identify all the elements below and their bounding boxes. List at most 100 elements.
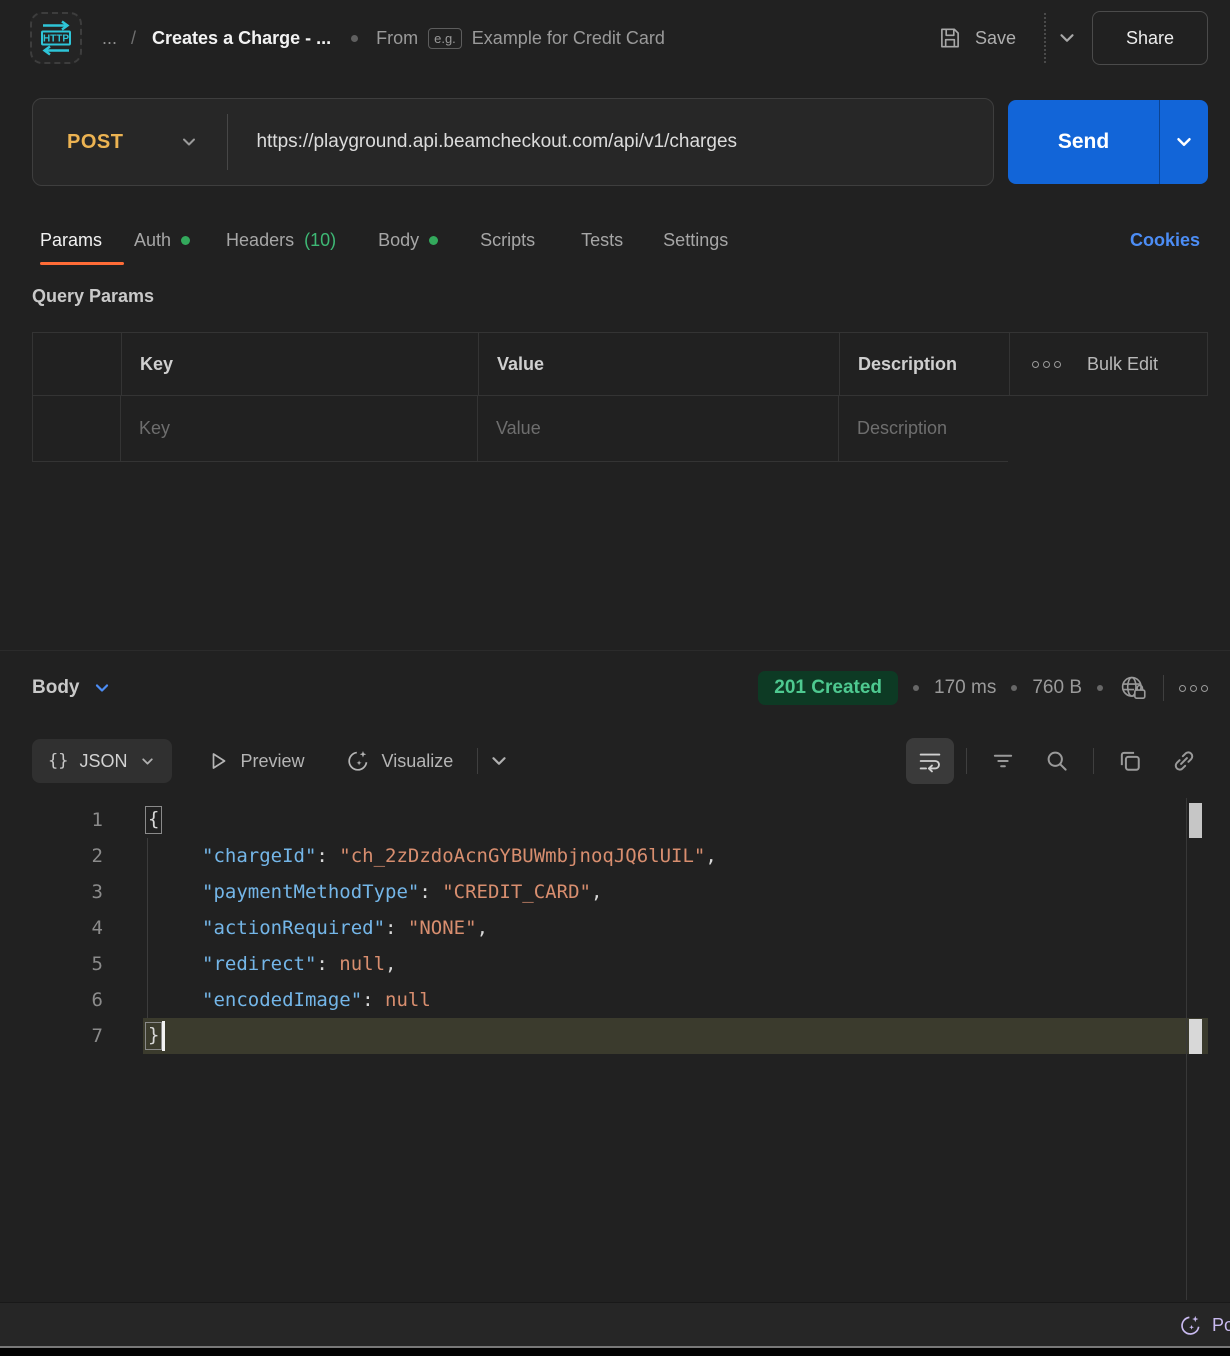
tab-scripts[interactable]: Scripts [480,230,535,251]
breadcrumb-ellipsis[interactable]: ... [102,28,117,49]
active-tab-underline [40,262,124,265]
line-number: 2 [0,845,103,867]
tab-body[interactable]: Body [378,230,438,251]
url-input[interactable]: https://playground.api.beamcheckout.com/… [256,131,737,153]
tab-params-label: Params [40,230,102,251]
more-options-icon[interactable] [1032,361,1061,368]
network-security-icon[interactable] [1118,673,1148,703]
response-format-selector[interactable]: {} JSON [32,739,172,783]
save-icon [937,25,963,51]
response-meta: 201 Created 170 ms 760 B [758,671,1208,705]
ruler-cursor-mark[interactable] [1189,1019,1202,1054]
send-button[interactable]: Send [1008,100,1159,184]
save-options-button[interactable] [1056,27,1078,49]
json-value: null [385,989,431,1011]
value-input[interactable]: Value [477,396,838,462]
line-number: 5 [0,953,103,975]
response-body-selector[interactable]: Body [32,677,112,699]
send-options-button[interactable] [1160,100,1208,184]
response-section-divider [0,650,1230,651]
key-input[interactable]: Key [120,396,477,462]
cookies-link[interactable]: Cookies [1130,230,1200,251]
response-size: 760 B [1032,677,1082,699]
key-column-header: Key [121,333,478,395]
query-params-table: Key Value Description Bulk Edit Key Valu… [32,332,1208,462]
json-braces-icon: {} [48,751,68,771]
code-line: 4 "actionRequired": "NONE", [0,910,1230,946]
method-dropdown-button[interactable] [179,132,199,152]
request-tabs: Params Auth Headers (10) Body Scripts Te… [40,214,1200,266]
format-options-button[interactable] [488,750,510,772]
search-icon [1043,747,1071,775]
window-bottom-strip [0,1348,1230,1356]
method-url-divider [227,114,228,170]
response-body-editor[interactable]: 1 { 2 "chargeId": "ch_2zDzdoAcnGYBUWmbjn… [0,798,1230,1300]
tab-settings[interactable]: Settings [663,230,728,251]
response-toolbar: {} JSON Preview Visualize [32,738,1208,784]
example-badge: e.g. [428,28,462,49]
description-input[interactable]: Description [838,396,1008,462]
toolbar-divider [966,748,967,774]
wrap-text-icon [916,747,944,775]
response-time: 170 ms [934,677,996,699]
code-line: 6 "encodedImage": null [0,982,1230,1018]
ruler-bracket-mark[interactable] [1189,803,1202,838]
http-icon: HTTP [34,16,78,60]
filter-button[interactable] [979,738,1027,784]
postbot-button[interactable]: Po [1178,1303,1230,1346]
tab-params[interactable]: Params [40,230,102,251]
tab-headers-label: Headers [226,230,294,251]
tab-headers[interactable]: Headers (10) [226,230,336,251]
meta-separator-dot [1097,685,1103,691]
share-label: Share [1126,28,1174,49]
link-icon [1170,747,1198,775]
link-button[interactable] [1160,738,1208,784]
auth-status-dot [181,236,190,245]
body-status-dot [429,236,438,245]
visualize-label: Visualize [382,751,454,772]
visualize-button[interactable]: Visualize [345,748,454,774]
status-bar: Po [0,1302,1230,1346]
row-select-cell[interactable] [32,396,120,462]
from-label: From [376,28,418,49]
breadcrumb-separator: / [131,28,136,49]
method-selector[interactable]: POST [33,131,123,154]
chevron-down-icon [1056,27,1078,49]
http-badge-text: HTTP [43,34,69,45]
json-key: "encodedImage" [202,989,362,1011]
row-trailing-cell [1008,396,1208,462]
postbot-sparkle-icon [1178,1313,1203,1338]
select-column-header [33,333,121,395]
response-more-options-button[interactable] [1179,685,1208,692]
code-line: 1 { [0,802,1230,838]
query-params-empty-row: Key Value Description [32,396,1208,462]
share-button[interactable]: Share [1092,11,1208,65]
copy-button[interactable] [1106,738,1154,784]
postbot-label: Po [1212,1315,1230,1336]
json-value: null [339,953,385,975]
text-cursor [162,1021,165,1051]
wrap-text-button[interactable] [906,738,954,784]
json-colon: : [419,881,442,903]
value-column-header: Value [478,333,839,395]
json-colon: : [362,989,385,1011]
request-title[interactable]: Creates a Charge - ... [152,28,331,49]
example-name[interactable]: Example for Credit Card [472,28,665,49]
tab-settings-label: Settings [663,230,728,251]
json-comma: , [385,953,396,975]
preview-button[interactable]: Preview [206,749,305,773]
json-value: "CREDIT_CARD" [442,881,591,903]
json-value: "NONE" [408,917,477,939]
line-number: 1 [0,809,103,831]
chevron-down-icon [92,678,112,698]
search-button[interactable] [1033,738,1081,784]
bulk-edit-button[interactable]: Bulk Edit [1087,354,1158,375]
tab-tests[interactable]: Tests [581,230,623,251]
line-number: 4 [0,917,103,939]
tab-auth[interactable]: Auth [134,230,190,251]
status-badge[interactable]: 201 Created [758,671,898,705]
tab-body-label: Body [378,230,419,251]
save-button[interactable]: Save [937,25,1016,51]
line-number: 6 [0,989,103,1011]
tab-scripts-label: Scripts [480,230,535,251]
